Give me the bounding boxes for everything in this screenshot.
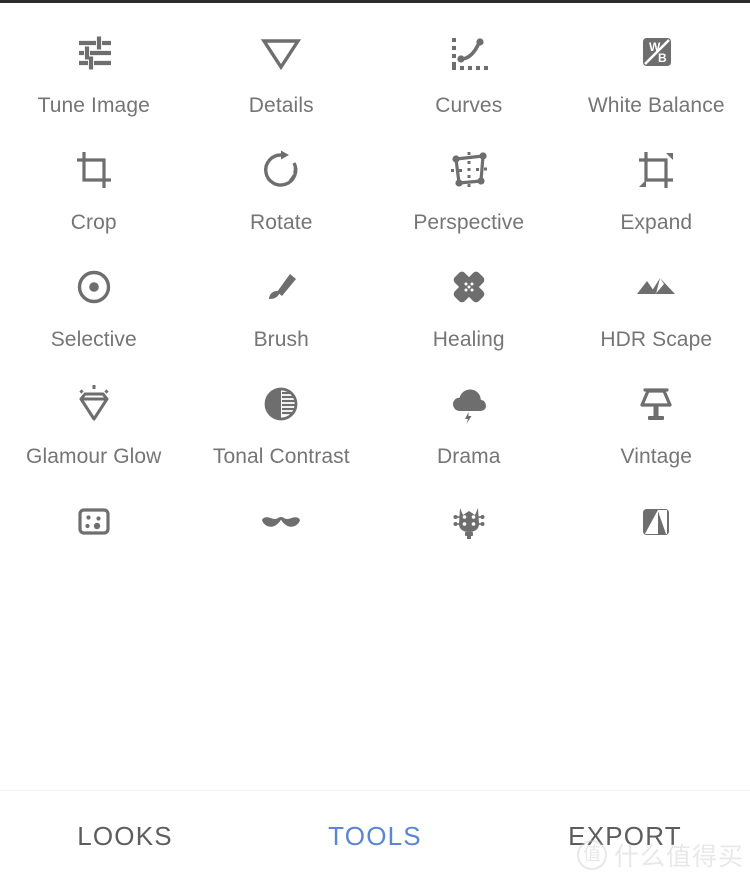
double-exposure-icon: [628, 493, 684, 549]
tool-details[interactable]: Details: [188, 3, 376, 120]
tool-healing[interactable]: Healing: [375, 237, 563, 354]
tool-perspective[interactable]: Perspective: [375, 120, 563, 237]
tool-grainy-film[interactable]: [0, 471, 188, 560]
white-balance-icon: W B: [628, 25, 684, 81]
tool-label: Curves: [435, 94, 503, 117]
tab-tools[interactable]: TOOLS: [250, 821, 500, 852]
tool-label: Tonal Contrast: [212, 445, 350, 468]
tab-export[interactable]: EXPORT: [500, 821, 750, 852]
tool-hdr-scape[interactable]: HDR Scape: [563, 237, 750, 354]
tool-label: Vintage: [620, 445, 693, 468]
selective-target-icon: [66, 259, 122, 315]
svg-text:B: B: [658, 51, 667, 65]
tool-tune-image[interactable]: Tune Image: [0, 3, 188, 120]
top-edge-strip: [0, 0, 750, 3]
tool-label: Perspective: [413, 211, 525, 234]
tool-label: Brush: [253, 328, 309, 351]
tool-label: Selective: [50, 328, 137, 351]
tool-label: Drama: [436, 445, 501, 468]
tool-label: Healing: [432, 328, 505, 351]
tool-label: Glamour Glow: [26, 445, 162, 468]
tool-double-exposure[interactable]: [563, 471, 750, 560]
tool-expand[interactable]: Expand: [563, 120, 750, 237]
tool-curves[interactable]: Curves: [375, 3, 563, 120]
tool-tonal-contrast[interactable]: Tonal Contrast: [188, 354, 376, 471]
diamond-sparkle-icon: [66, 376, 122, 432]
tools-scroll-area[interactable]: Tune Image Details Curves W B White Bala…: [0, 3, 750, 790]
snapseed-tools-screen: Tune Image Details Curves W B White Bala…: [0, 0, 750, 881]
tool-label: Tune Image: [37, 94, 150, 117]
rotate-icon: [253, 142, 309, 198]
healing-bandage-icon: [441, 259, 497, 315]
tune-sliders-icon: [66, 25, 122, 81]
tool-drama[interactable]: Drama: [375, 354, 563, 471]
tool-grunge[interactable]: [375, 471, 563, 560]
tool-selective[interactable]: Selective: [0, 237, 188, 354]
moustache-icon: [253, 493, 309, 549]
tool-brush[interactable]: Brush: [188, 237, 376, 354]
perspective-icon: [441, 142, 497, 198]
tool-label: Details: [248, 94, 314, 117]
guitar-headstock-icon: [441, 493, 497, 549]
tool-crop[interactable]: Crop: [0, 120, 188, 237]
storm-cloud-icon: [441, 376, 497, 432]
bottom-tab-bar: LOOKS TOOLS EXPORT: [0, 790, 750, 881]
tonal-contrast-circle-icon: [253, 376, 309, 432]
table-lamp-icon: [628, 376, 684, 432]
tool-label: Crop: [70, 211, 117, 234]
tool-vintage[interactable]: Vintage: [563, 354, 750, 471]
tool-label: Rotate: [250, 211, 313, 234]
tool-glamour-glow[interactable]: Glamour Glow: [0, 354, 188, 471]
tool-label: White Balance: [587, 94, 725, 117]
grainy-film-icon: [66, 493, 122, 549]
tool-retrolux[interactable]: [188, 471, 376, 560]
tool-rotate[interactable]: Rotate: [188, 120, 376, 237]
tools-grid: Tune Image Details Curves W B White Bala…: [0, 3, 750, 560]
expand-icon: [628, 142, 684, 198]
tab-looks[interactable]: LOOKS: [0, 821, 250, 852]
tool-label: HDR Scape: [600, 328, 713, 351]
brush-icon: [253, 259, 309, 315]
tool-label: Expand: [620, 211, 693, 234]
tool-white-balance[interactable]: W B White Balance: [563, 3, 750, 120]
mountains-icon: [628, 259, 684, 315]
crop-icon: [66, 142, 122, 198]
triangle-down-icon: [253, 25, 309, 81]
curves-icon: [441, 25, 497, 81]
